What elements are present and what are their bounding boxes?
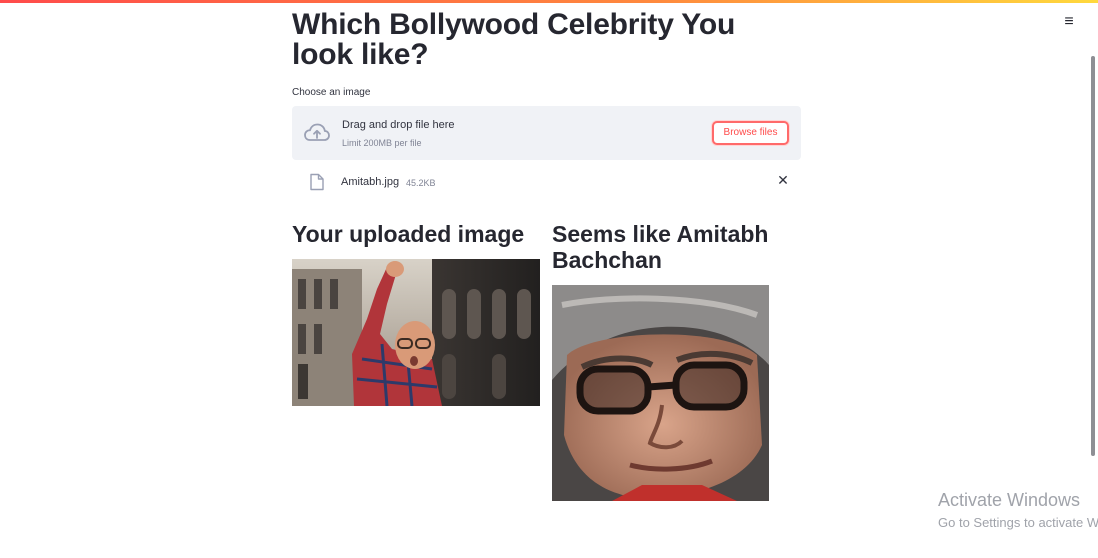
dropzone-instructions: Drag and drop file here [342,119,455,131]
browse-files-button[interactable]: Browse files [712,121,789,145]
hamburger-menu-icon[interactable]: ≡ [1062,14,1076,30]
dropzone-limit: Limit 200MB per file [342,138,422,148]
file-dropzone[interactable]: Drag and drop file here Limit 200MB per … [292,106,801,160]
windows-activation-subtitle: Go to Settings to activate Windows. [938,515,1098,530]
uploader-label: Choose an image [292,87,371,98]
windows-activation-title: Activate Windows [938,490,1081,510]
match-heading: Seems like Amitabh Bachchan [552,221,769,273]
uploaded-file-row: Amitabh.jpg 45.2KB ✕ [292,170,801,192]
file-name: Amitabh.jpg [341,176,400,188]
file-size: 45.2KB [406,178,436,188]
page-title: Which Bollywood Celebrity You look like? [292,8,736,71]
close-icon[interactable]: ✕ [776,173,790,187]
scrollbar-thumb[interactable] [1091,56,1095,456]
uploaded-image [292,259,540,406]
matched-celebrity-image [552,285,769,501]
file-icon [310,173,324,191]
scrollbar[interactable] [1089,56,1097,456]
uploaded-image-heading: Your uploaded image [292,221,525,247]
top-accent-bar [0,0,1098,3]
cloud-upload-icon [304,123,330,141]
